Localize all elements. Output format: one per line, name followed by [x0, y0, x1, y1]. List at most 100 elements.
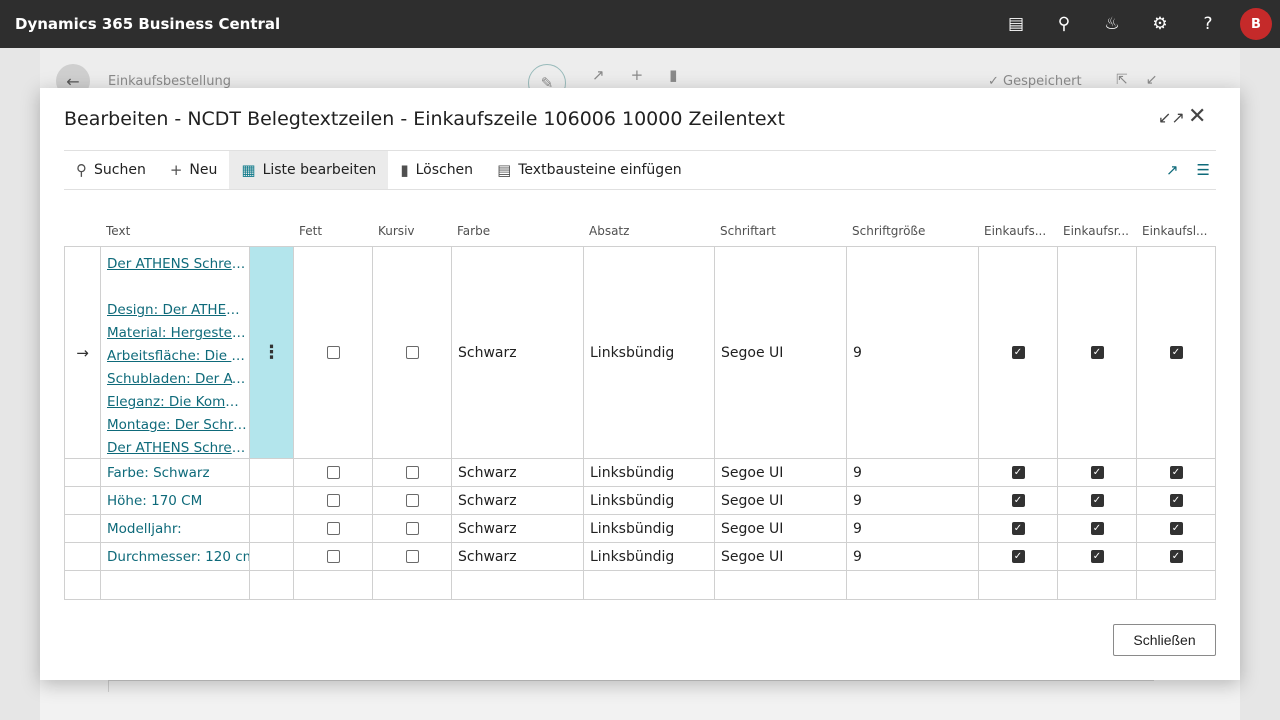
purchase-2-checkbox[interactable]: ✓: [1090, 522, 1104, 535]
table-row[interactable]: Farbe: Schwarz Schwarz Linksbündig Segoe…: [65, 459, 1215, 487]
text-line-link[interactable]: Eleganz: Die Kombin...: [107, 391, 247, 414]
text-value[interactable]: Durchmesser: 120 cm: [101, 549, 249, 565]
text-line-link[interactable]: Arbeitsfläche: Die gr...: [107, 345, 247, 368]
bold-checkbox[interactable]: [326, 522, 340, 535]
column-header-font-size[interactable]: Schriftgröße: [852, 224, 972, 238]
row-actions-cell[interactable]: [250, 487, 294, 514]
bold-checkbox[interactable]: [326, 466, 340, 479]
close-icon[interactable]: ✕: [1188, 106, 1206, 128]
empty-new-row[interactable]: [65, 571, 1215, 599]
column-header-bold[interactable]: Fett: [299, 224, 369, 238]
bell-icon[interactable]: ♨: [1088, 0, 1136, 48]
row-actions-cell[interactable]: [250, 515, 294, 542]
color-cell[interactable]: Schwarz: [452, 543, 584, 570]
share-icon[interactable]: ↗: [1166, 161, 1179, 179]
table-row[interactable]: Höhe: 170 CM Schwarz Linksbündig Segoe U…: [65, 487, 1215, 515]
column-header-purchase-3[interactable]: Einkaufsl...: [1142, 224, 1214, 238]
column-header-color[interactable]: Farbe: [457, 224, 577, 238]
collapse-icon[interactable]: ↙: [1146, 72, 1158, 88]
text-line-link[interactable]: Montage: Der Schrei...: [107, 414, 247, 437]
column-header-italic[interactable]: Kursiv: [378, 224, 448, 238]
more-options-icon[interactable]: ⋮: [263, 342, 281, 363]
column-header-purchase-2[interactable]: Einkaufsr...: [1063, 224, 1137, 238]
italic-checkbox[interactable]: [405, 346, 419, 359]
text-cell[interactable]: Farbe: Schwarz: [101, 459, 250, 486]
purchase-1-checkbox[interactable]: ✓: [1011, 550, 1025, 563]
delete-button[interactable]: ▮ Löschen: [388, 151, 485, 189]
text-line-link[interactable]: Der ATHENS Schreib...: [107, 253, 247, 276]
help-icon[interactable]: ?: [1184, 0, 1232, 48]
text-cell[interactable]: Durchmesser: 120 cm: [101, 543, 250, 570]
purchase-2-checkbox[interactable]: ✓: [1090, 346, 1104, 359]
row-actions-cell[interactable]: ⋮: [250, 247, 294, 458]
text-cell[interactable]: Der ATHENS Schreib... Design: Der ATHENS…: [101, 247, 250, 458]
font-size-cell[interactable]: 9: [847, 515, 979, 542]
font-size-cell[interactable]: 9: [847, 487, 979, 514]
text-line-link[interactable]: Der ATHENS Schreib...: [107, 437, 247, 458]
purchase-2-checkbox[interactable]: ✓: [1090, 494, 1104, 507]
row-actions-cell[interactable]: [250, 459, 294, 486]
italic-checkbox[interactable]: [405, 550, 419, 563]
bold-checkbox[interactable]: [326, 494, 340, 507]
table-row[interactable]: Modelljahr: Schwarz Linksbündig Segoe UI…: [65, 515, 1215, 543]
paragraph-cell[interactable]: Linksbündig: [584, 515, 715, 542]
text-value[interactable]: Höhe: 170 CM: [101, 493, 202, 509]
font-cell[interactable]: Segoe UI: [715, 459, 847, 486]
paragraph-cell[interactable]: Linksbündig: [584, 247, 715, 458]
font-cell[interactable]: Segoe UI: [715, 247, 847, 458]
column-header-paragraph[interactable]: Absatz: [589, 224, 709, 238]
font-cell[interactable]: Segoe UI: [715, 487, 847, 514]
collapse-icon[interactable]: ↙↗: [1158, 108, 1185, 127]
insert-text-blocks-button[interactable]: ▤ Textbausteine einfügen: [485, 151, 694, 189]
open-new-window-icon[interactable]: ⇱: [1116, 72, 1128, 88]
text-line-link[interactable]: Schubladen: Der ATH...: [107, 368, 247, 391]
app-title[interactable]: Dynamics 365 Business Central: [15, 15, 280, 33]
font-size-cell[interactable]: 9: [847, 247, 979, 458]
color-cell[interactable]: Schwarz: [452, 487, 584, 514]
font-cell[interactable]: Segoe UI: [715, 515, 847, 542]
purchase-3-checkbox[interactable]: ✓: [1169, 466, 1183, 479]
font-size-cell[interactable]: 9: [847, 459, 979, 486]
close-button[interactable]: Schließen: [1113, 624, 1216, 656]
table-row[interactable]: Durchmesser: 120 cm Schwarz Linksbündig …: [65, 543, 1215, 571]
list-view-icon[interactable]: ☰: [1197, 161, 1210, 179]
text-cell[interactable]: Modelljahr:: [101, 515, 250, 542]
text-line-link[interactable]: Design: Der ATHENS ...: [107, 299, 247, 322]
paragraph-cell[interactable]: Linksbündig: [584, 543, 715, 570]
italic-checkbox[interactable]: [405, 522, 419, 535]
purchase-2-checkbox[interactable]: ✓: [1090, 466, 1104, 479]
column-header-font[interactable]: Schriftart: [720, 224, 840, 238]
italic-checkbox[interactable]: [405, 466, 419, 479]
table-row[interactable]: → Der ATHENS Schreib... Design: Der ATHE…: [65, 247, 1215, 459]
purchase-3-checkbox[interactable]: ✓: [1169, 550, 1183, 563]
font-cell[interactable]: Segoe UI: [715, 543, 847, 570]
color-cell[interactable]: Schwarz: [452, 515, 584, 542]
search-icon[interactable]: ⚲: [1040, 0, 1088, 48]
document-icon[interactable]: ▤: [992, 0, 1040, 48]
text-value[interactable]: Farbe: Schwarz: [101, 465, 210, 481]
purchase-1-checkbox[interactable]: ✓: [1011, 494, 1025, 507]
new-button[interactable]: + Neu: [158, 151, 230, 189]
purchase-1-checkbox[interactable]: ✓: [1011, 346, 1025, 359]
font-size-cell[interactable]: 9: [847, 543, 979, 570]
search-button[interactable]: ⚲ Suchen: [64, 151, 158, 189]
purchase-3-checkbox[interactable]: ✓: [1169, 522, 1183, 535]
avatar[interactable]: B: [1240, 8, 1272, 40]
text-cell[interactable]: [101, 571, 250, 599]
column-header-text[interactable]: Text: [106, 224, 246, 238]
text-cell[interactable]: Höhe: 170 CM: [101, 487, 250, 514]
column-header-purchase-1[interactable]: Einkaufs...: [984, 224, 1058, 238]
paragraph-cell[interactable]: Linksbündig: [584, 487, 715, 514]
paragraph-cell[interactable]: Linksbündig: [584, 459, 715, 486]
purchase-3-checkbox[interactable]: ✓: [1169, 494, 1183, 507]
text-value[interactable]: Modelljahr:: [101, 521, 182, 537]
color-cell[interactable]: Schwarz: [452, 459, 584, 486]
purchase-2-checkbox[interactable]: ✓: [1090, 550, 1104, 563]
text-line-link[interactable]: Material: Hergestellt ...: [107, 322, 247, 345]
gear-icon[interactable]: ⚙: [1136, 0, 1184, 48]
purchase-1-checkbox[interactable]: ✓: [1011, 466, 1025, 479]
purchase-1-checkbox[interactable]: ✓: [1011, 522, 1025, 535]
color-cell[interactable]: Schwarz: [452, 247, 584, 458]
edit-list-button[interactable]: ▦ Liste bearbeiten: [229, 151, 389, 189]
italic-checkbox[interactable]: [405, 494, 419, 507]
